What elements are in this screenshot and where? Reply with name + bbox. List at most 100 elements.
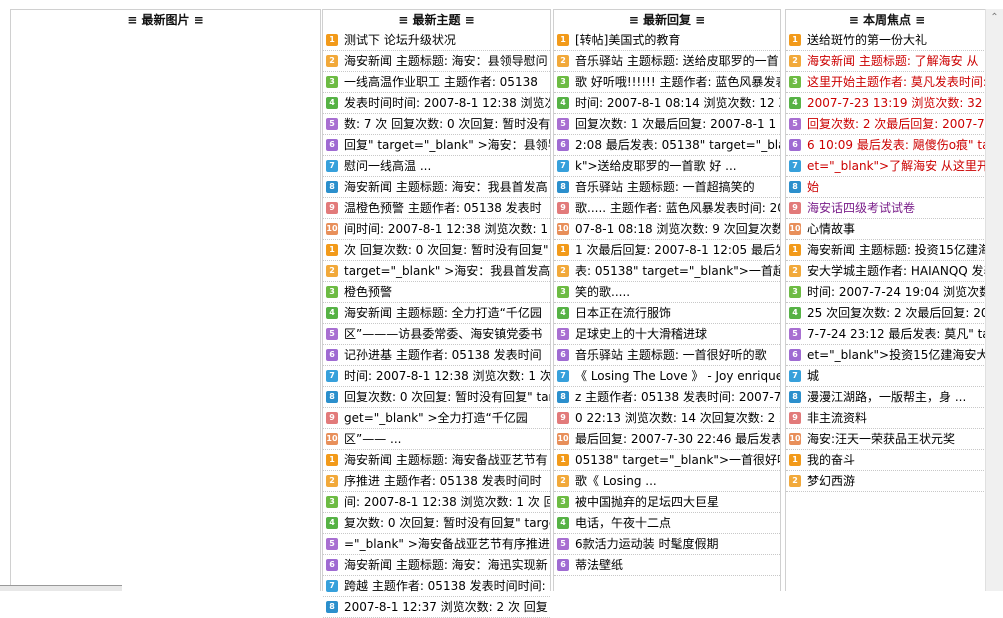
list-item-link[interactable]: 慰问一线高温 ... [344, 159, 431, 173]
list-item[interactable]: 2 序推进 主题作者: 05138 发表时间时 [323, 471, 550, 492]
list-item-link[interactable]: 最后回复: 2007-7-30 22:46 最后发表: [575, 432, 780, 446]
list-item-link[interactable]: 音乐驿站 主题标题: 一首超搞笑的 [575, 180, 755, 194]
list-item[interactable]: 1 05138" target="_blank">一首很好听的 [554, 450, 780, 471]
list-item-link[interactable]: 梦幻西游 [807, 474, 855, 488]
list-item[interactable]: 3 间: 2007-8-1 12:38 浏览次数: 1 次 回 [323, 492, 550, 513]
list-item-link[interactable]: 时间: 2007-8-1 12:38 浏览次数: 1 次 [344, 369, 550, 383]
list-item[interactable]: 5 数: 7 次 回复次数: 0 次回复: 暂时没有 [323, 114, 550, 135]
list-item[interactable]: 2 安大学城主题作者: HAIANQQ 发表 [786, 261, 988, 282]
list-item-link[interactable]: 蒂法壁纸 [575, 558, 623, 572]
list-item-link[interactable]: 测试下 论坛升级状况 [344, 33, 456, 47]
list-item[interactable]: 9 海安话四级考试试卷 [786, 198, 988, 219]
list-item-link[interactable]: 2007-7-23 13:19 浏览次数: 32 次 [807, 96, 988, 110]
list-item-link[interactable]: 城 [807, 369, 819, 383]
list-item-link[interactable]: 海安新闻 主题标题: 海安备战亚艺节有 [344, 453, 548, 467]
list-item[interactable]: 10 区”—— ... [323, 429, 550, 450]
list-item-link[interactable]: 间时间: 2007-8-1 12:38 浏览次数: 1 [344, 222, 548, 236]
list-item-link[interactable]: 2:08 最后发表: 05138" target="_blan [575, 138, 780, 152]
list-item-link[interactable]: 海安新闻 主题标题: 海安：我县首发高 [344, 180, 548, 194]
list-item-link[interactable]: 海安新闻 主题标题: 投资15亿建海 [807, 243, 988, 257]
list-item-link[interactable]: 歌《 Losing ... [575, 474, 657, 488]
list-item[interactable]: 2 海安新闻 主题标题: 海安：县领导慰问 [323, 51, 550, 72]
list-item-link[interactable]: ="_blank" >海安备战亚艺节有序推进 [344, 537, 550, 551]
list-item[interactable]: 5 回复次数: 2 次最后回复: 2007-7-2 [786, 114, 988, 135]
list-item-link[interactable]: 心情故事 [807, 222, 855, 236]
list-item[interactable]: 4 日本正在流行服饰 [554, 303, 780, 324]
list-item[interactable]: 2 歌《 Losing ... [554, 471, 780, 492]
list-item[interactable]: 5 7-7-24 23:12 最后发表: 莫凡" targ [786, 324, 988, 345]
list-item-link[interactable]: 05138" target="_blank">一首很好听的 [575, 453, 780, 467]
list-item-link[interactable]: 歌..... 主题作者: 蓝色风暴发表时间: 20 [575, 201, 780, 215]
list-item-link[interactable]: 海安新闻 主题标题: 了解海安 从 [807, 54, 979, 68]
list-item[interactable]: 8 z 主题作者: 05138 发表时间: 2007-7-3 [554, 387, 780, 408]
list-item[interactable]: 3 一线高温作业职工 主题作者: 05138 [323, 72, 550, 93]
list-item[interactable]: 1 1 次最后回复: 2007-8-1 12:05 最后发 [554, 240, 780, 261]
list-item[interactable]: 6 蒂法壁纸 [554, 555, 780, 576]
list-item-link[interactable]: 笑的歌..... [575, 285, 630, 299]
list-item[interactable]: 7 k">送给皮耶罗的一首歌 好 ... [554, 156, 780, 177]
list-item[interactable]: 4 海安新闻 主题标题: 全力打造“千亿园 [323, 303, 550, 324]
list-item[interactable]: 8始 [786, 177, 988, 198]
list-item-link[interactable]: 被中国抛弃的足坛四大巨星 [575, 495, 719, 509]
list-item-link[interactable]: 歌 好听哦!!!!!! 主题作者: 蓝色风暴发表 [575, 75, 780, 89]
list-item-link[interactable]: 区”—— ... [344, 432, 401, 446]
list-item[interactable]: 10 心情故事 [786, 219, 988, 240]
list-item-link[interactable]: 记孙进基 主题作者: 05138 发表时间 [344, 348, 542, 362]
list-item[interactable]: 1 送给斑竹的第一份大礼 [786, 30, 988, 51]
list-item-link[interactable]: 我的奋斗 [807, 453, 855, 467]
list-item[interactable]: 6 et="_blank">投资15亿建海安大学 [786, 345, 988, 366]
list-item-link[interactable]: 安大学城主题作者: HAIANQQ 发表 [807, 264, 988, 278]
list-item-link[interactable]: 漫漫江湖路，一版帮主，身 ... [807, 390, 966, 404]
list-item-link[interactable]: 音乐驿站 主题标题: 送给皮耶罗的一首 [575, 54, 779, 68]
horizontal-scrollbar[interactable] [0, 585, 122, 591]
list-item[interactable]: 3 被中国抛弃的足坛四大巨星 [554, 492, 780, 513]
list-item[interactable]: 2 音乐驿站 主题标题: 送给皮耶罗的一首 [554, 51, 780, 72]
list-item[interactable]: 1 [转帖]美国式的教育 [554, 30, 780, 51]
list-item-link[interactable]: 25 次回复次数: 2 次最后回复: 200 [807, 306, 988, 320]
list-item[interactable]: 7 跨越 主题作者: 05138 发表时间时间: [323, 576, 550, 597]
list-item[interactable]: 4 发表时间时间: 2007-8-1 12:38 浏览次 [323, 93, 550, 114]
list-item-link[interactable]: 复次数: 0 次回复: 暂时没有回复" target [344, 516, 550, 530]
list-item[interactable]: 9 get="_blank" >全力打造“千亿园 [323, 408, 550, 429]
list-item-link[interactable]: 间: 2007-8-1 12:38 浏览次数: 1 次 回 [344, 495, 550, 509]
list-item[interactable]: 5 区”———访县委常委、海安镇党委书 [323, 324, 550, 345]
list-item-link[interactable]: et="_blank">投资15亿建海安大学 [807, 348, 988, 362]
list-item-link[interactable]: 次 回复次数: 0 次回复: 暂时没有回复" [344, 243, 549, 257]
list-item[interactable]: 8 音乐驿站 主题标题: 一首超搞笑的 [554, 177, 780, 198]
list-item[interactable]: 5 ="_blank" >海安备战亚艺节有序推进 [323, 534, 550, 555]
list-item-link[interactable]: k">送给皮耶罗的一首歌 好 ... [575, 159, 737, 173]
list-item[interactable]: 10 07-8-1 08:18 浏览次数: 9 次回复次数: [554, 219, 780, 240]
list-item[interactable]: 6 6 10:09 最后发表: 飓傻伤o痕" targ [786, 135, 988, 156]
list-item-link[interactable]: 海安:汪天一荣获品王状元奖 [807, 432, 955, 446]
list-item[interactable]: 3 时间: 2007-7-24 19:04 浏览次数: [786, 282, 988, 303]
list-item[interactable]: 9 0 22:13 浏览次数: 14 次回复次数: 2 次 [554, 408, 780, 429]
list-item-link[interactable]: [转帖]美国式的教育 [575, 33, 680, 47]
list-item[interactable]: 1 测试下 论坛升级状况 [323, 30, 550, 51]
list-item-link[interactable]: 数: 7 次 回复次数: 0 次回复: 暂时没有 [344, 117, 550, 131]
list-item[interactable]: 3 歌 好听哦!!!!!! 主题作者: 蓝色风暴发表 [554, 72, 780, 93]
list-item-link[interactable]: 时间: 2007-8-1 08:14 浏览次数: 12 次 [575, 96, 780, 110]
list-item[interactable]: 3 橙色预警 [323, 282, 550, 303]
list-item[interactable]: 4 时间: 2007-8-1 08:14 浏览次数: 12 次 [554, 93, 780, 114]
vertical-scrollbar[interactable]: ⌃ [985, 9, 1003, 591]
list-item[interactable]: 8 2007-8-1 12:37 浏览次数: 2 次 回复 [323, 597, 550, 618]
list-item-link[interactable]: 这里开始主题作者: 莫凡发表时间: [807, 75, 987, 89]
list-item-link[interactable]: 1 次最后回复: 2007-8-1 12:05 最后发 [575, 243, 780, 257]
list-item[interactable]: 10 最后回复: 2007-7-30 22:46 最后发表: [554, 429, 780, 450]
list-item-link[interactable]: 海安新闻 主题标题: 全力打造“千亿园 [344, 306, 542, 320]
list-item-link[interactable]: get="_blank" >全力打造“千亿园 [344, 411, 528, 425]
list-item[interactable]: 7 慰问一线高温 ... [323, 156, 550, 177]
list-item[interactable]: 9 歌..... 主题作者: 蓝色风暴发表时间: 20 [554, 198, 780, 219]
list-item-link[interactable]: 足球史上的十大滑稽进球 [575, 327, 707, 341]
list-item[interactable]: 5 6款活力运动装 时髦度假期 [554, 534, 780, 555]
list-item[interactable]: 10 间时间: 2007-8-1 12:38 浏览次数: 1 [323, 219, 550, 240]
list-item-link[interactable]: 7-7-24 23:12 最后发表: 莫凡" targ [807, 327, 988, 341]
list-item-link[interactable]: 0 22:13 浏览次数: 14 次回复次数: 2 次 [575, 411, 780, 425]
list-item[interactable]: 9 非主流资料 [786, 408, 988, 429]
list-item-link[interactable]: 海安话四级考试试卷 [807, 201, 915, 215]
list-item[interactable]: 8 回复次数: 0 次回复: 暂时没有回复" tar [323, 387, 550, 408]
list-item[interactable]: 2 海安新闻 主题标题: 了解海安 从 [786, 51, 988, 72]
list-item-link[interactable]: 海安新闻 主题标题: 海安：海迅实现新 [344, 558, 548, 572]
list-item-link[interactable]: 回复次数: 2 次最后回复: 2007-7-2 [807, 117, 988, 131]
list-item-link[interactable]: 温橙色预警 主题作者: 05138 发表时 [344, 201, 542, 215]
